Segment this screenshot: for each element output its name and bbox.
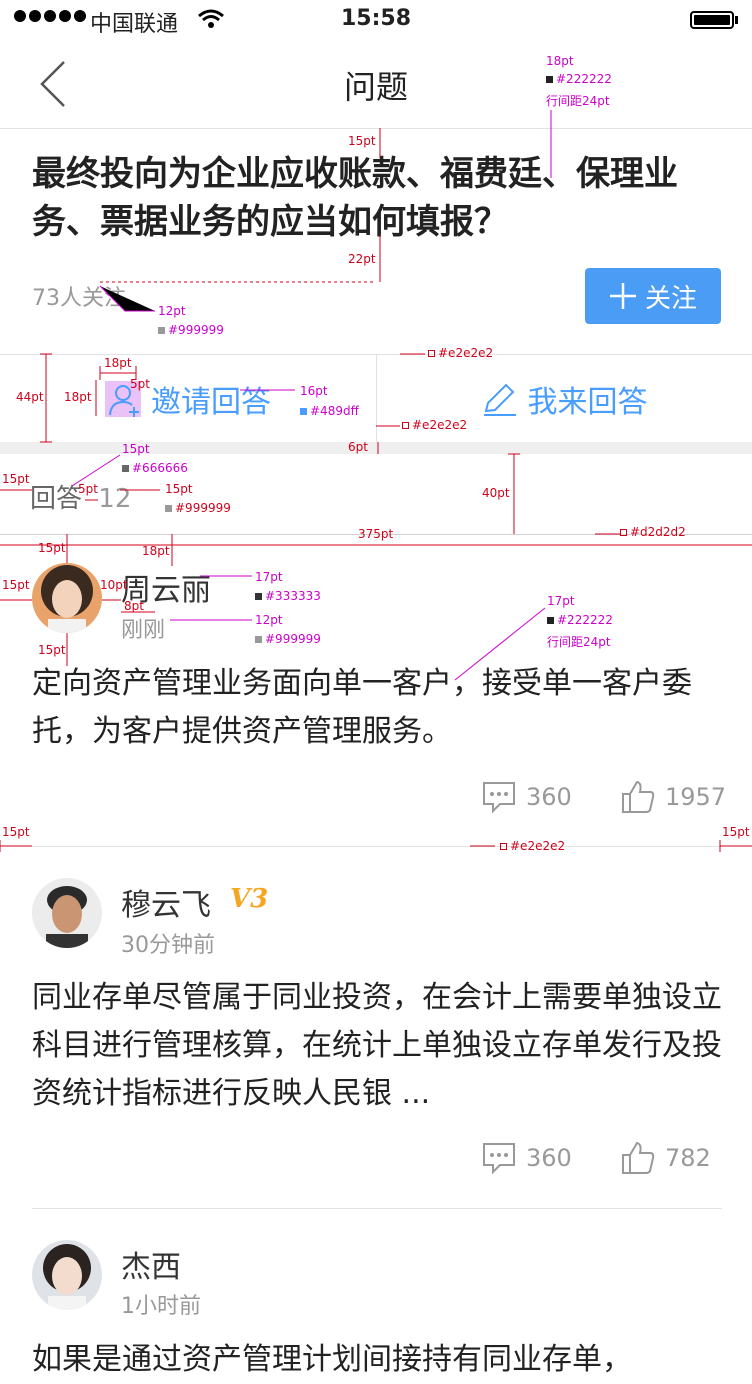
comment-icon bbox=[483, 782, 515, 814]
avatar-image bbox=[32, 878, 102, 948]
comment-count: 360 bbox=[526, 783, 572, 811]
spec-label: 行间距24pt bbox=[547, 635, 611, 649]
question-title: 最终投向为企业应收账款、福费廷、保理业务、票据业务的应当如何填报？ bbox=[32, 154, 678, 242]
spec-label: 17pt bbox=[255, 570, 283, 584]
spec-label: 18pt bbox=[64, 390, 92, 404]
spec-label: 12pt bbox=[255, 613, 283, 627]
spec-label: 行间距24pt bbox=[546, 94, 610, 108]
clock: 15:58 bbox=[340, 6, 412, 31]
thumbs-up-icon bbox=[622, 1141, 655, 1174]
spec-color: #333333 bbox=[255, 589, 321, 603]
answer-divider bbox=[32, 1208, 722, 1209]
spec-label: 15pt bbox=[122, 442, 150, 456]
avatar-image bbox=[32, 1240, 102, 1310]
avatar-image bbox=[32, 563, 102, 633]
page-title: 问题 bbox=[343, 68, 408, 106]
answers-label: 回答 bbox=[30, 484, 83, 514]
comment-icon bbox=[483, 1143, 515, 1175]
spec-color: #999999 bbox=[158, 323, 224, 337]
write-answer-label: 我来回答 bbox=[527, 385, 648, 420]
spec-label: 18pt bbox=[142, 544, 170, 558]
spec-color: #d2d2d2 bbox=[620, 525, 686, 539]
spec-label: 6pt bbox=[348, 440, 368, 454]
status-bar: 中国联通 15:58 bbox=[0, 0, 752, 40]
pencil-icon bbox=[483, 383, 516, 416]
answers-count: 12 bbox=[98, 484, 132, 514]
battery-icon bbox=[690, 11, 734, 29]
spec-label: 8pt bbox=[124, 599, 144, 613]
invite-answer-label: 邀请回答 bbox=[151, 385, 271, 420]
spec-color: #e2e2e2 bbox=[500, 839, 565, 853]
follow-count: 73人关注 bbox=[32, 286, 126, 311]
section-gap bbox=[0, 442, 752, 454]
spec-label: 15pt bbox=[38, 541, 66, 555]
avatar[interactable] bbox=[32, 563, 102, 633]
spec-color: #e2e2e2 bbox=[428, 346, 493, 360]
avatar[interactable] bbox=[32, 1240, 102, 1310]
follow-button-label: 关注 bbox=[644, 283, 697, 314]
navigation-bar: 问题 bbox=[0, 40, 752, 129]
follow-button[interactable]: 关注 bbox=[585, 268, 721, 324]
spec-label: 5pt bbox=[130, 377, 150, 391]
answer-author-name[interactable]: 穆云飞 bbox=[121, 880, 211, 924]
answer-content[interactable]: 同业存单尽管属于同业投资，在会计上需要单独设立科目进行管理核算，在统计上单独设立… bbox=[32, 974, 732, 1118]
spec-label: 15pt bbox=[2, 472, 30, 486]
spec-label: 15pt bbox=[722, 825, 750, 839]
answer-divider bbox=[32, 846, 722, 847]
spec-label: 40pt bbox=[482, 486, 510, 500]
answer-time: 1小时前 bbox=[121, 1294, 201, 1319]
comment-count: 360 bbox=[526, 1144, 572, 1172]
spec-label: 10pt bbox=[100, 578, 128, 592]
spec-color: #999999 bbox=[255, 632, 321, 646]
spec-label: 15pt bbox=[2, 825, 30, 839]
avatar[interactable] bbox=[32, 878, 102, 948]
answer-time: 30分钟前 bbox=[121, 933, 215, 958]
like-count: 782 bbox=[665, 1144, 711, 1172]
like-button[interactable]: 782 bbox=[621, 1141, 711, 1175]
spec-label: 18pt bbox=[104, 356, 132, 370]
invite-answer-button[interactable]: 邀请回答 bbox=[0, 355, 376, 443]
like-count: 1957 bbox=[665, 783, 727, 811]
answer-content[interactable]: 定向资产管理业务面向单一客户，接受单一客户委托，为客户提供资产管理服务。 bbox=[32, 660, 732, 756]
answer-author-name[interactable]: 杰西 bbox=[121, 1242, 181, 1286]
spec-label: 16pt bbox=[300, 384, 328, 398]
spec-color: #e2e2e2 bbox=[402, 418, 467, 432]
spec-color: #222222 bbox=[546, 72, 612, 86]
spec-label: 15pt bbox=[165, 482, 193, 496]
comment-count-button[interactable]: 360 bbox=[482, 780, 572, 814]
spec-label: 15pt bbox=[38, 643, 66, 657]
spec-color: #999999 bbox=[165, 501, 231, 515]
spec-label: 15pt bbox=[348, 134, 376, 148]
spec-label: 22pt bbox=[348, 252, 376, 266]
spec-label: 44pt bbox=[16, 390, 44, 404]
spec-label: 15pt bbox=[2, 578, 30, 592]
like-button[interactable]: 1957 bbox=[621, 780, 726, 814]
thumbs-up-icon bbox=[622, 780, 655, 813]
spec-color: #489dff bbox=[300, 404, 359, 418]
answer-time: 刚刚 bbox=[121, 618, 166, 643]
spec-label: 17pt bbox=[547, 594, 575, 608]
vip-badge: V3 bbox=[230, 884, 269, 914]
plus-icon bbox=[609, 283, 636, 309]
spec-label: 375pt bbox=[358, 527, 394, 541]
spec-color: #222222 bbox=[547, 613, 613, 627]
spec-label: 18pt bbox=[546, 54, 574, 68]
spec-label: 12pt bbox=[158, 304, 186, 318]
spec-color: #666666 bbox=[122, 461, 188, 475]
spec-label: 5pt bbox=[78, 482, 98, 496]
comment-count-button[interactable]: 360 bbox=[482, 1141, 572, 1175]
